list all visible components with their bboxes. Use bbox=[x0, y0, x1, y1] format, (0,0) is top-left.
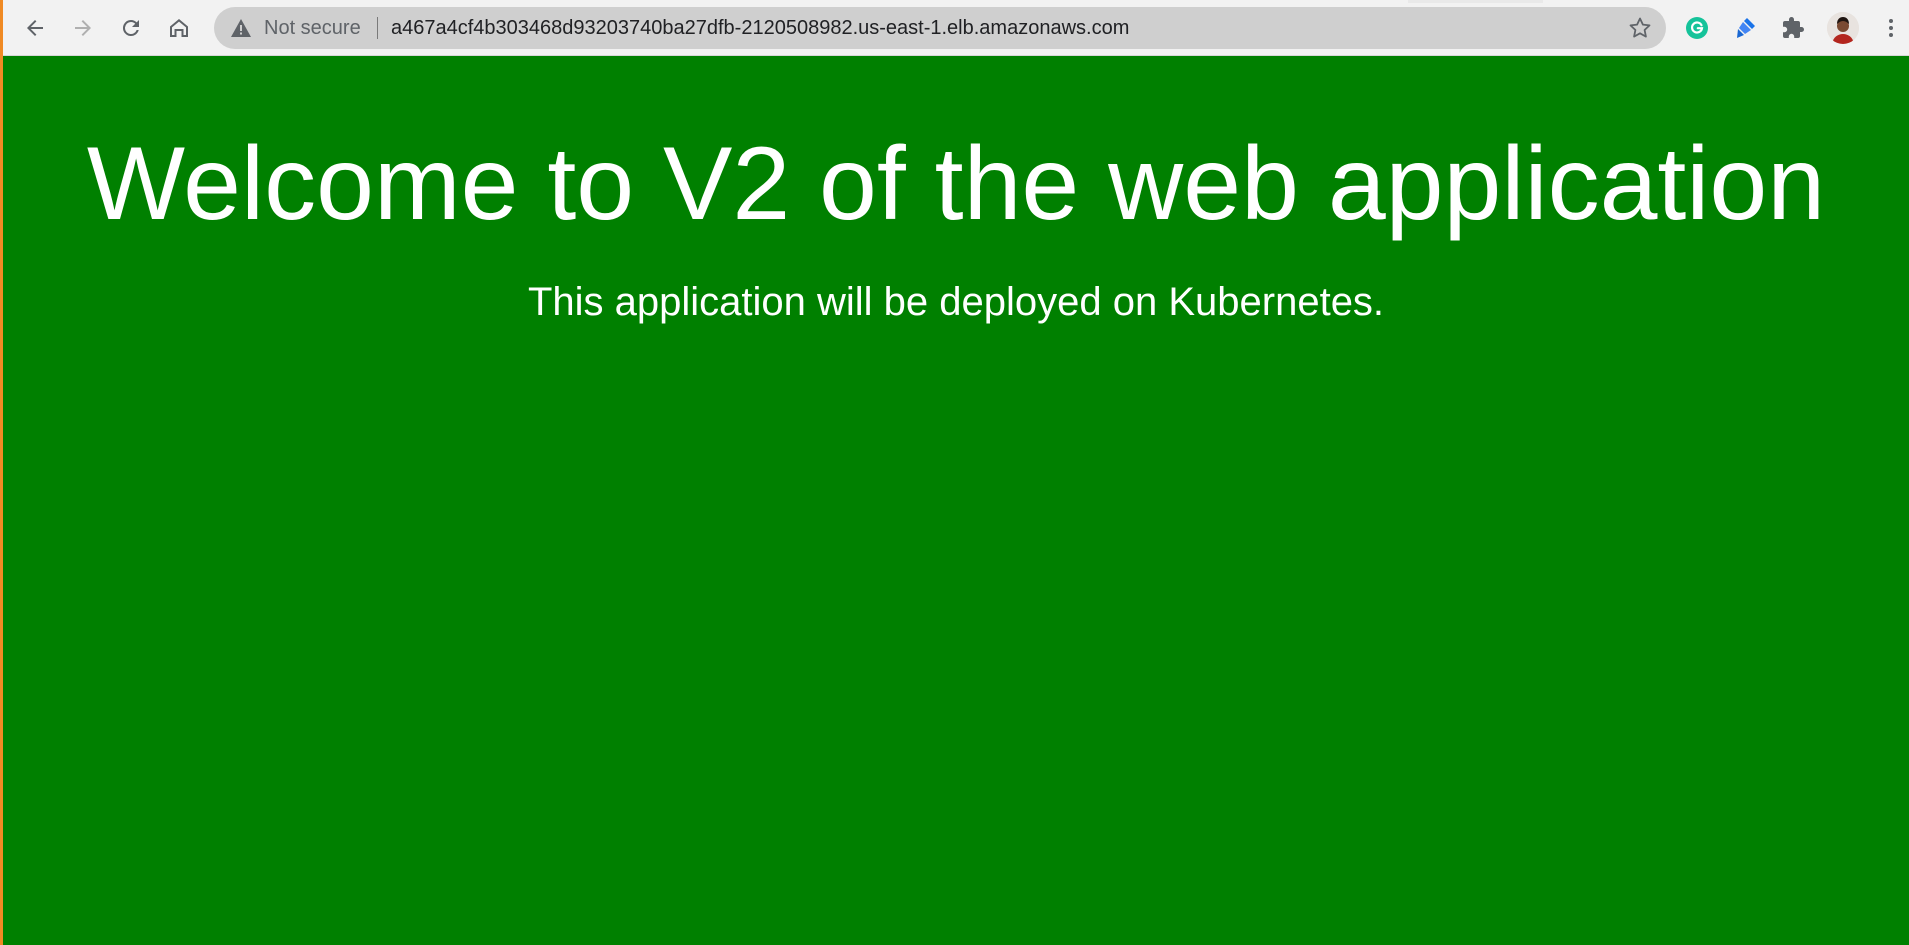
url-text[interactable]: a467a4cf4b303468d93203740ba27dfb-2120508… bbox=[391, 17, 1129, 40]
home-button[interactable] bbox=[161, 10, 197, 46]
reload-icon bbox=[122, 19, 139, 36]
browser-menu-button[interactable] bbox=[1875, 12, 1907, 44]
profile-avatar-image bbox=[1827, 12, 1859, 44]
avatar[interactable] bbox=[1827, 12, 1859, 44]
page-content: Welcome to V2 of the web application Thi… bbox=[3, 56, 1909, 945]
blue-pen-extension-icon bbox=[1737, 18, 1755, 38]
omnibox-separator bbox=[377, 17, 378, 39]
home-icon bbox=[170, 19, 188, 37]
reload-button[interactable] bbox=[113, 10, 149, 46]
puzzle-icon bbox=[1783, 17, 1804, 38]
page-subtext: This application will be deployed on Kub… bbox=[527, 280, 1385, 324]
address-bar[interactable]: Not secure a467a4cf4b303468d93203740ba27… bbox=[214, 7, 1666, 49]
warning-triangle-icon[interactable] bbox=[231, 19, 251, 37]
browser-toolbar: Not secure a467a4cf4b303468d93203740ba27… bbox=[3, 0, 1909, 56]
forward-button[interactable] bbox=[65, 10, 101, 46]
browser-window: Not secure a467a4cf4b303468d93203740ba27… bbox=[0, 0, 1909, 945]
extensions-menu-button[interactable] bbox=[1777, 12, 1809, 44]
grammarly-icon bbox=[1686, 17, 1708, 39]
tab-strip-edge bbox=[1408, 0, 1543, 3]
grammarly-extension-button[interactable] bbox=[1681, 12, 1713, 44]
page-title: Welcome to V2 of the web application bbox=[86, 126, 1826, 242]
security-status-label[interactable]: Not secure bbox=[264, 17, 361, 40]
forward-arrow-icon bbox=[75, 20, 91, 36]
blue-pen-extension-button[interactable] bbox=[1729, 12, 1761, 44]
star-icon[interactable] bbox=[1628, 16, 1652, 40]
back-button[interactable] bbox=[17, 10, 53, 46]
back-arrow-icon bbox=[27, 20, 43, 36]
kebab-menu-icon bbox=[1889, 19, 1893, 37]
